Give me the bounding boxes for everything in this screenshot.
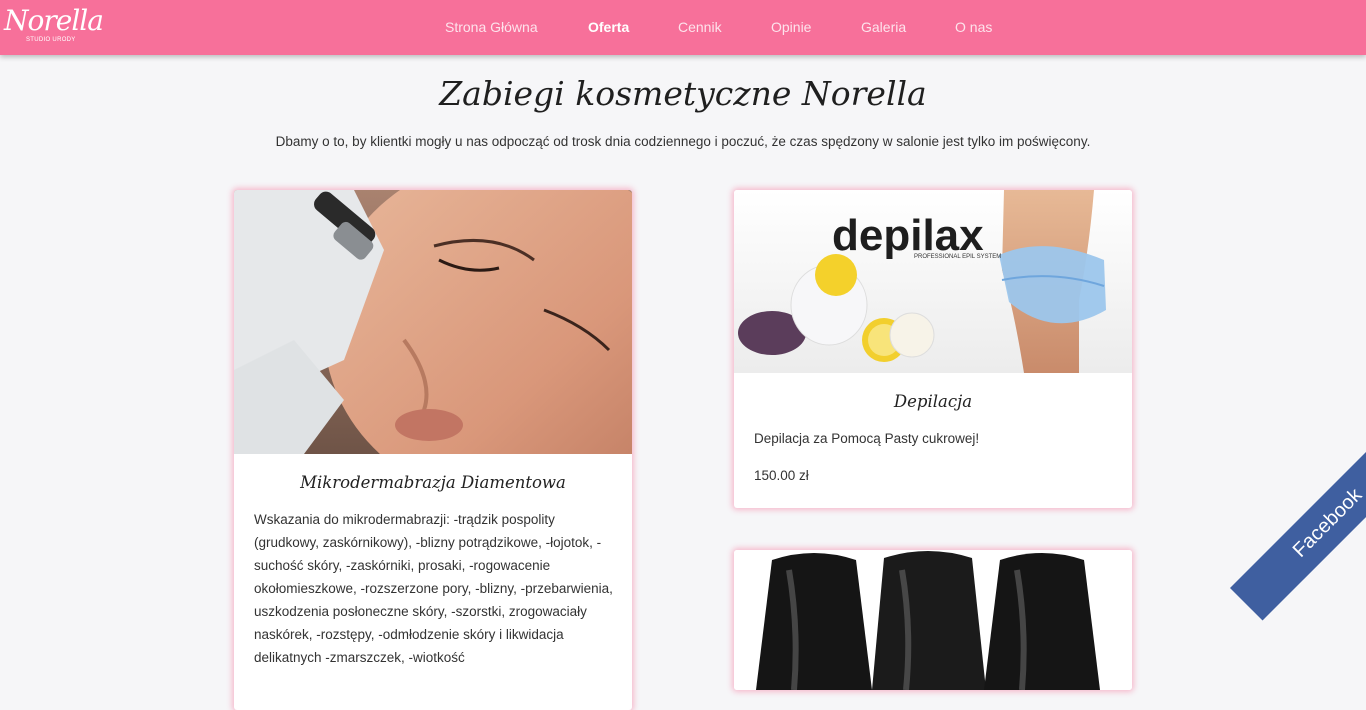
- depilation-photo: depilax PROFESSIONAL EPIL SYSTEM: [734, 190, 1132, 373]
- nav-pricing[interactable]: Cennik: [678, 19, 722, 35]
- nav-offer[interactable]: Oferta: [588, 19, 629, 35]
- service-card-depilation[interactable]: depilax PROFESSIONAL EPIL SYSTEM Depilac…: [734, 190, 1132, 508]
- depilax-brand-text: depilax: [832, 211, 984, 260]
- nav-home[interactable]: Strona Główna: [445, 19, 538, 35]
- page-title: Zabiegi kosmetyczne Norella: [439, 74, 927, 113]
- card-title: Depilacja: [893, 392, 973, 411]
- nail-polish-photo: [734, 550, 1132, 690]
- card-description: Wskazania do mikrodermabrazji: -trądzik …: [254, 512, 613, 665]
- card-description: Depilacja za Pomocą Pasty cukrowej!: [754, 431, 980, 446]
- nav-about[interactable]: O nas: [955, 19, 992, 35]
- card-price: 150.00 zł: [754, 468, 809, 483]
- card-title: Mikrodermabrazja Diamentowa: [300, 473, 566, 492]
- page-subtitle: Dbamy o to, by klientki mogły u nas odpo…: [275, 134, 1091, 149]
- microdermabrasion-photo: [234, 190, 632, 454]
- depilax-brand-sub: PROFESSIONAL EPIL SYSTEM: [914, 254, 1001, 260]
- main-nav: Strona Główna Oferta Cennik Opinie Galer…: [0, 0, 1366, 55]
- service-card-microdermabrasion[interactable]: Mikrodermabrazja Diamentowa Wskazania do…: [234, 190, 632, 710]
- nav-reviews[interactable]: Opinie: [771, 19, 811, 35]
- service-card-third[interactable]: [734, 550, 1132, 690]
- facebook-ribbon[interactable]: Facebook: [1230, 425, 1366, 621]
- nav-gallery[interactable]: Galeria: [861, 19, 906, 35]
- top-navbar: Norella STUDIO URODY Strona Główna Ofert…: [0, 0, 1366, 55]
